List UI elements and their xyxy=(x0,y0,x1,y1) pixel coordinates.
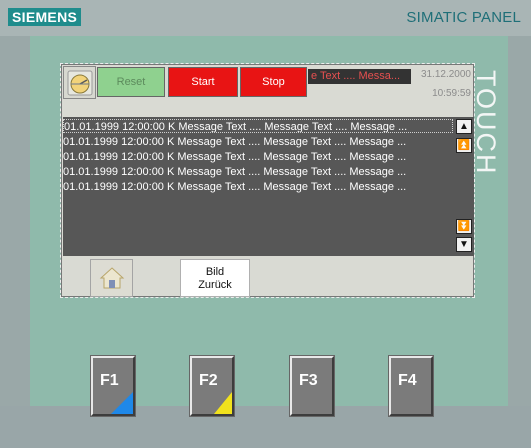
alarm-view[interactable]: 01.01.1999 12:00:00 K Message Text .... … xyxy=(63,117,474,256)
alarm-ticker: e Text .... Messa... xyxy=(308,69,411,84)
f1-key[interactable]: F1 xyxy=(91,356,135,416)
hmi-screen: Reset Start Stop e Text .... Messa... 31… xyxy=(60,63,475,298)
f1-corner-marker xyxy=(111,392,133,414)
alarm-row[interactable]: 01.01.1999 12:00:00 K Message Text .... … xyxy=(63,150,453,164)
f2-key[interactable]: F2 xyxy=(190,356,234,416)
f1-key-label: F1 xyxy=(100,372,119,389)
time-display: 10:59:59 xyxy=(432,88,471,99)
f4-key[interactable]: F4 xyxy=(389,356,433,416)
alarm-row[interactable]: 01.01.1999 12:00:00 K Message Text .... … xyxy=(63,165,453,179)
touch-label: TOUCH xyxy=(471,70,501,176)
back-label-line2: Zurück xyxy=(198,279,232,291)
f4-key-label: F4 xyxy=(398,372,417,389)
alarm-row[interactable]: 01.01.1999 12:00:00 K Message Text .... … xyxy=(63,119,453,133)
scroll-page-up-button[interactable]: ⏫ xyxy=(456,138,472,153)
gauge-logo-icon xyxy=(63,66,96,99)
scroll-line-down-button[interactable]: ▼ xyxy=(456,237,472,252)
alarm-row[interactable]: 01.01.1999 12:00:00 K Message Text .... … xyxy=(63,180,453,194)
brand-logo: SIEMENS xyxy=(8,8,82,26)
home-icon xyxy=(99,267,124,289)
back-label-line1: Bild xyxy=(205,266,225,278)
stop-button[interactable]: Stop xyxy=(240,67,307,97)
f2-key-label: F2 xyxy=(199,372,218,389)
f3-key[interactable]: F3 xyxy=(290,356,334,416)
panel-base xyxy=(0,406,531,448)
alarm-row[interactable]: 01.01.1999 12:00:00 K Message Text .... … xyxy=(63,135,453,149)
panel-model-label: SIMATIC PANEL xyxy=(406,9,521,26)
scroll-line-up-button[interactable]: ▲ xyxy=(456,119,472,134)
start-button[interactable]: Start xyxy=(168,67,238,97)
f2-corner-marker xyxy=(214,392,232,414)
screen-back-button[interactable]: Bild Zurück xyxy=(180,259,250,297)
date-display: 31.12.2000 xyxy=(420,69,471,80)
scroll-page-down-button[interactable]: ⏬ xyxy=(456,219,472,234)
home-button[interactable] xyxy=(90,259,133,297)
f3-key-label: F3 xyxy=(299,372,318,389)
reset-button[interactable]: Reset xyxy=(97,67,165,97)
